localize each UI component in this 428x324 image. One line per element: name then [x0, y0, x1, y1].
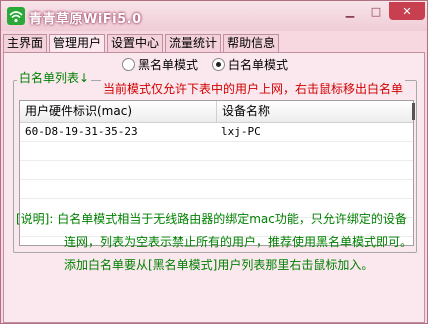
table-row-empty: [20, 161, 413, 180]
column-resize-handle[interactable]: [412, 103, 415, 120]
tab-main[interactable]: 主界面: [3, 34, 48, 52]
info-line: [说明]: 白名单模式相当于无线路由器的绑定mac功能，只允许绑定的设备: [16, 212, 407, 226]
info-line: 连网，列表为空表示禁止所有的用户，推荐使用黑名单模式即可。: [64, 235, 413, 249]
tab-bar: 主界面 管理用户 设置中心 流量统计 帮助信息: [3, 34, 281, 53]
column-header-device-name[interactable]: 设备名称: [216, 101, 412, 122]
whitelist-mode-radio[interactable]: 白名单模式: [212, 56, 288, 73]
manage-users-panel: 黑名单模式 白名单模式 白名单列表↓ 当前模式仅允许下表中的用户上网，右击鼠标移…: [3, 52, 425, 323]
table-row[interactable]: 60-D8-19-31-35-23 lxj-PC: [20, 123, 413, 142]
title-bar[interactable]: 青青草原WiFi5.0 ▁ □ ✕: [1, 1, 427, 31]
radio-selected-icon: [212, 58, 226, 71]
info-line: 添加白名单要从[黑名单模式]用户列表那里右击鼠标加入。: [64, 258, 374, 272]
group-label-text: 白名单列表: [19, 71, 80, 85]
mac-cell: 60-D8-19-31-35-23: [25, 125, 138, 138]
maximize-button[interactable]: □: [363, 2, 389, 20]
minimize-button[interactable]: ▁: [337, 2, 363, 20]
close-button[interactable]: ✕: [389, 2, 425, 20]
table-row-empty: [20, 180, 413, 199]
down-arrow-icon: ↓: [79, 71, 90, 85]
whitelist-mode-label: 白名单模式: [228, 58, 289, 72]
whitelist-notice: 当前模式仅允许下表中的用户上网，右击鼠标移出白名单: [101, 80, 406, 97]
blacklist-mode-radio[interactable]: 黑名单模式: [122, 56, 198, 73]
tab-traffic-stats[interactable]: 流量统计: [165, 34, 222, 52]
blacklist-mode-label: 黑名单模式: [138, 58, 199, 72]
radio-circle-icon: [122, 58, 135, 71]
info-text: [说明]: 白名单模式相当于无线路由器的绑定mac功能，只允许绑定的设备 连网，…: [16, 208, 416, 277]
window-title: 青青草原WiFi5.0: [29, 12, 142, 27]
column-header-mac[interactable]: 用户硬件标识(mac): [20, 101, 215, 122]
tab-help[interactable]: 帮助信息: [223, 34, 280, 52]
device-name-cell: lxj-PC: [221, 125, 261, 138]
mode-radio-group: 黑名单模式 白名单模式: [122, 56, 302, 73]
app-window: 青青草原WiFi5.0 ▁ □ ✕ 主界面 管理用户 设置中心 流量统计 帮助信…: [0, 0, 428, 324]
table-row-empty: [20, 142, 413, 161]
wifi-icon: [7, 7, 25, 25]
tab-manage-users[interactable]: 管理用户: [49, 34, 106, 53]
table-header: 用户硬件标识(mac) 设备名称: [20, 101, 415, 123]
tab-settings[interactable]: 设置中心: [107, 34, 164, 52]
whitelist-group-label: 白名单列表↓: [17, 69, 92, 86]
